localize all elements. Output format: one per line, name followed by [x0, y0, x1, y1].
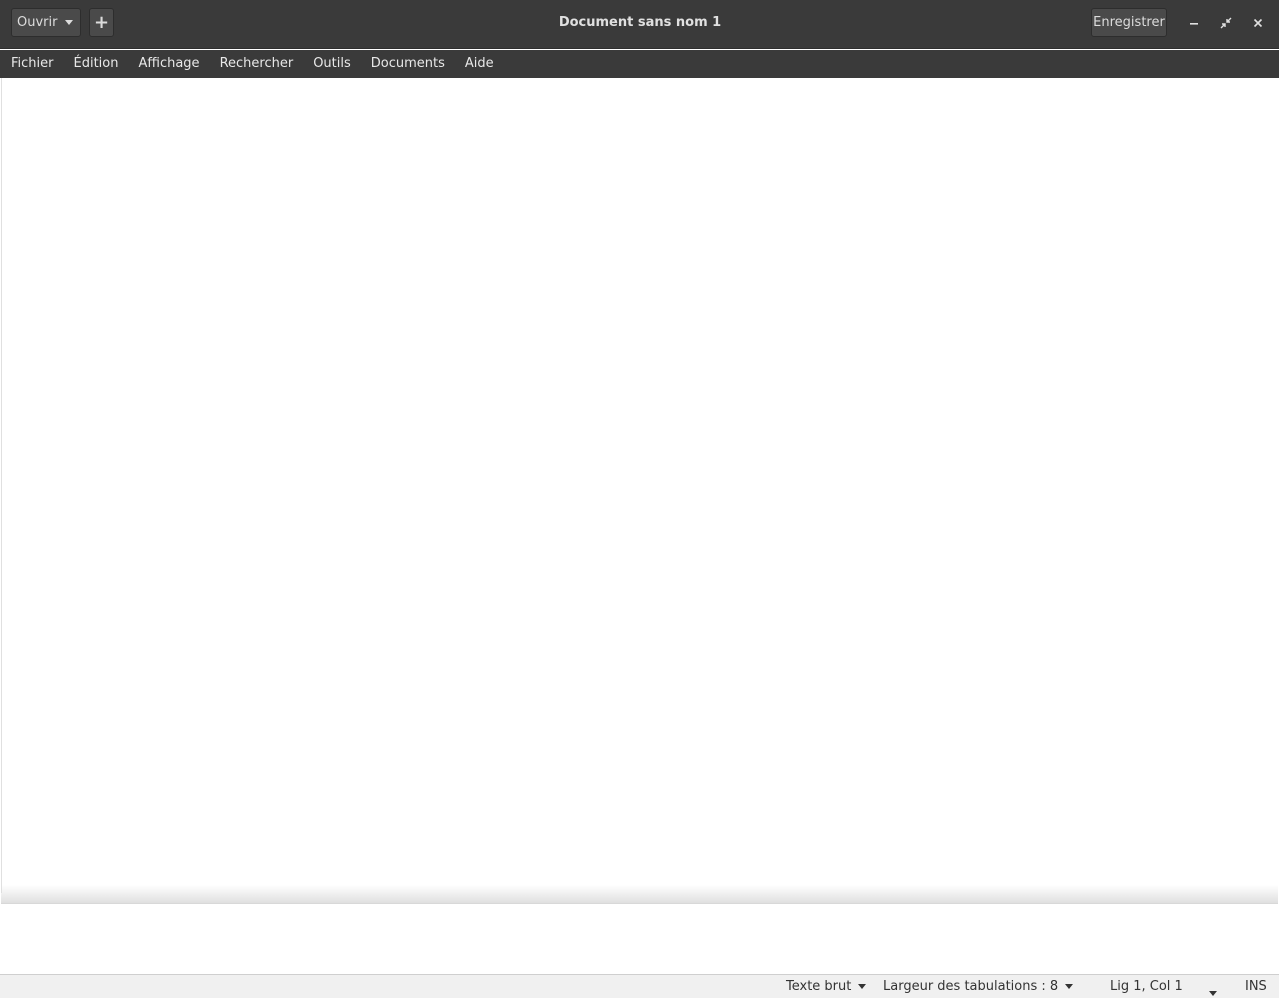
chevron-down-icon: [1065, 984, 1074, 989]
minimize-button[interactable]: [1184, 13, 1204, 33]
chevron-down-icon: [858, 984, 867, 989]
language-selector[interactable]: Texte brut: [786, 979, 867, 994]
menubar: Fichier Édition Affichage Rechercher Out…: [0, 50, 1279, 78]
chevron-down-icon: [65, 20, 74, 25]
save-button[interactable]: Enregistrer: [1091, 8, 1167, 37]
minimize-icon: [1190, 23, 1198, 25]
cursor-position[interactable]: Lig 1, Col 1: [1110, 979, 1183, 994]
text-editor-window: Ouvrir + Document sans nom 1 Enregistrer…: [0, 0, 1279, 998]
menu-outils[interactable]: Outils: [303, 50, 361, 78]
chevron-down-icon: [1209, 991, 1217, 996]
tab-width-label: Largeur des tabulations : 8: [883, 979, 1059, 994]
restore-button[interactable]: [1216, 13, 1236, 33]
menu-fichier[interactable]: Fichier: [0, 50, 64, 78]
cursor-position-label: Lig 1, Col 1: [1110, 979, 1183, 994]
restore-icon: [1220, 17, 1232, 29]
menu-documents[interactable]: Documents: [361, 50, 455, 78]
cursor-position-dropdown[interactable]: [1209, 985, 1217, 998]
tab-width-selector[interactable]: Largeur des tabulations : 8: [883, 979, 1074, 994]
menu-rechercher[interactable]: Rechercher: [210, 50, 304, 78]
statusbar: Texte brut Largeur des tabulations : 8 L…: [0, 974, 1279, 998]
plus-icon: +: [93, 12, 110, 33]
text-editing-area[interactable]: [1, 78, 1278, 893]
close-button[interactable]: [1248, 13, 1268, 33]
menu-aide[interactable]: Aide: [455, 50, 504, 78]
menu-affichage[interactable]: Affichage: [128, 50, 209, 78]
bottom-pane: [1, 903, 1278, 974]
close-icon: [1253, 18, 1263, 28]
headerbar: Ouvrir + Document sans nom 1 Enregistrer: [0, 0, 1279, 49]
open-button[interactable]: Ouvrir: [11, 8, 81, 37]
language-label: Texte brut: [786, 979, 852, 994]
editor-bottom-shadow: [1, 885, 1278, 903]
new-tab-button[interactable]: +: [89, 8, 114, 37]
menu-edition[interactable]: Édition: [64, 50, 129, 78]
open-button-label: Ouvrir: [17, 15, 58, 30]
insert-mode-indicator[interactable]: INS: [1245, 979, 1267, 994]
window-title: Document sans nom 1: [558, 15, 722, 30]
